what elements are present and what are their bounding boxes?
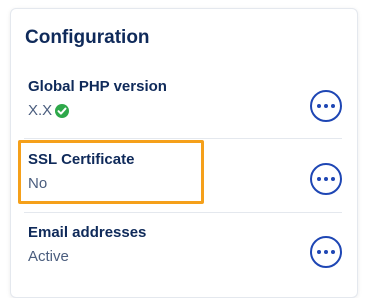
row-label: Global PHP version <box>28 78 167 95</box>
email-addresses-value: Active <box>28 248 69 265</box>
check-circle-icon <box>55 103 70 118</box>
more-dot <box>324 104 328 108</box>
config-row-php-version: Global PHP version X.X <box>24 78 342 134</box>
divider <box>24 138 342 139</box>
config-row-email-addresses: Email addresses Active <box>24 224 342 280</box>
highlight-box <box>18 140 204 204</box>
more-options-button[interactable] <box>310 236 342 268</box>
more-horizontal-icon <box>317 177 321 181</box>
more-options-button[interactable] <box>310 90 342 122</box>
divider <box>24 212 342 213</box>
more-dot <box>331 104 335 108</box>
more-dot <box>324 250 328 254</box>
row-label: Email addresses <box>28 224 147 241</box>
php-version-value: X.X <box>28 102 53 119</box>
more-dot <box>331 250 335 254</box>
row-value: Active <box>28 248 69 265</box>
card-title: Configuration <box>25 27 150 48</box>
row-value: X.X <box>28 102 70 119</box>
more-horizontal-icon <box>317 104 321 108</box>
more-horizontal-icon <box>317 250 321 254</box>
more-dot <box>324 177 328 181</box>
more-dot <box>331 177 335 181</box>
more-options-button[interactable] <box>310 163 342 195</box>
